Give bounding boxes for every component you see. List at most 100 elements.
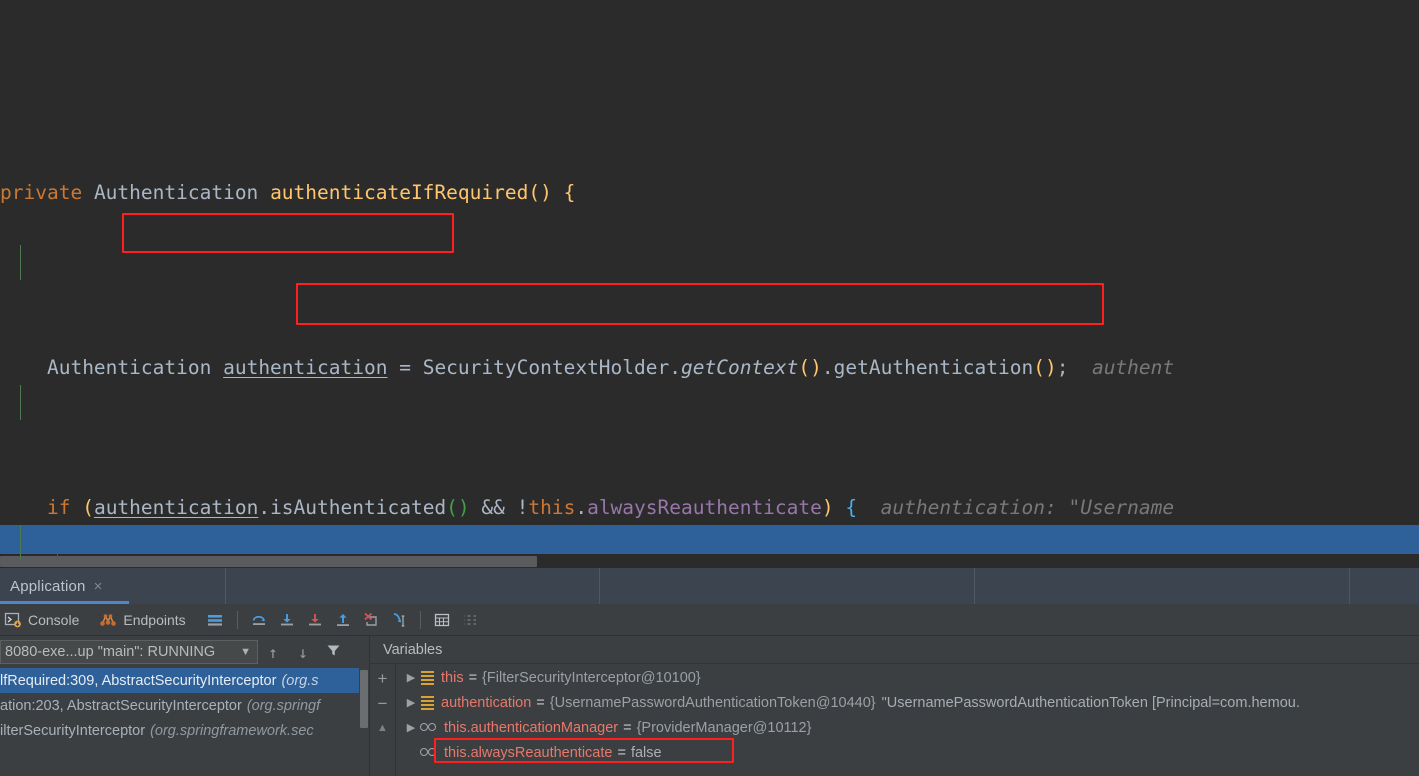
variable-name: this xyxy=(441,669,464,686)
force-step-into-icon xyxy=(306,611,324,629)
variables-gutter: + − ▲ xyxy=(370,664,396,776)
variable-row-authentication-manager[interactable]: ▶ this.authenticationManager = {Provider… xyxy=(396,715,1419,740)
frame-package: (org.springframework.sec xyxy=(150,722,314,739)
add-watch-button[interactable]: + xyxy=(378,666,388,691)
subtab-endpoints[interactable]: Endpoints xyxy=(85,604,191,636)
tool-window-tabstrip: Application × xyxy=(0,568,1419,604)
arrow-up-icon: ↑ xyxy=(268,642,278,662)
variable-row-this[interactable]: ▶ this = {FilterSecurityInterceptor@1010… xyxy=(396,665,1419,690)
code-line[interactable]: Authentication authentication = Security… xyxy=(0,245,1419,379)
variable-equals: = xyxy=(623,719,632,736)
thread-selector[interactable]: 8080-exe...up "main": RUNNING ▼ xyxy=(0,640,258,664)
force-step-into-button[interactable] xyxy=(301,604,329,636)
variable-equals: = xyxy=(468,669,478,686)
expand-arrow-icon[interactable]: ▶ xyxy=(402,696,420,709)
tab-active-underline xyxy=(0,601,129,604)
tabstrip-slot-2 xyxy=(226,568,600,604)
move-up-button[interactable]: ▲ xyxy=(377,716,388,741)
tab-application-label: Application xyxy=(10,577,86,595)
frames-toolbar: 8080-exe...up "main": RUNNING ▼ ↑ ↓ xyxy=(0,636,369,668)
show-execution-point-button[interactable] xyxy=(192,604,230,636)
variable-name: this.alwaysReauthenticate xyxy=(444,744,613,761)
toolbar-separator-2 xyxy=(419,610,421,629)
variables-list[interactable]: ▶ this = {FilterSecurityInterceptor@1010… xyxy=(396,664,1419,776)
arrow-down-icon: ↓ xyxy=(298,642,308,662)
step-over-button[interactable] xyxy=(245,604,273,636)
variables-title: Variables xyxy=(383,641,443,658)
remove-watch-button[interactable]: − xyxy=(378,691,388,716)
code-line[interactable]: private Authentication authenticateIfReq… xyxy=(0,105,1419,204)
endpoints-icon xyxy=(99,611,117,629)
field-icon xyxy=(420,745,439,760)
field-icon xyxy=(420,720,439,735)
run-to-cursor-icon xyxy=(390,611,408,629)
debug-tool-window: Application × Console Endpoints 8080-exe… xyxy=(0,568,1419,776)
variable-equals: = xyxy=(536,694,545,711)
frame-row[interactable]: ation:203, AbstractSecurityInterceptor (… xyxy=(0,693,369,718)
frame-method: lfRequired:309, AbstractSecurityIntercep… xyxy=(0,672,277,689)
step-into-icon xyxy=(278,611,296,629)
subtab-console-label: Console xyxy=(28,611,80,628)
variable-row-always-reauthenticate[interactable]: ▶ this.alwaysReauthenticate = false xyxy=(396,740,1419,765)
toolbar-separator xyxy=(236,610,238,629)
editor-scrollbar-thumb[interactable] xyxy=(0,556,537,567)
expand-arrow-placeholder: ▶ xyxy=(402,746,420,759)
mute-breakpoints-icon xyxy=(461,611,479,629)
object-icon xyxy=(420,670,435,685)
subtab-endpoints-label: Endpoints xyxy=(123,611,186,628)
variable-equals: = xyxy=(617,744,626,761)
frame-method: ation:203, AbstractSecurityInterceptor xyxy=(0,697,242,714)
variable-name: this.authenticationManager xyxy=(444,719,619,736)
code-content[interactable]: private Authentication authenticateIfReq… xyxy=(0,0,1419,568)
expand-arrow-icon[interactable]: ▶ xyxy=(402,671,420,684)
frames-scrollbar[interactable] xyxy=(359,668,369,776)
variable-tostring: "UsernamePasswordAuthenticationToken [Pr… xyxy=(881,694,1300,711)
drop-frame-icon xyxy=(362,611,380,629)
variables-pane: Variables + − ▲ ▶ this = {FilterSecurity… xyxy=(370,636,1419,776)
step-into-button[interactable] xyxy=(273,604,301,636)
editor-horizontal-scrollbar[interactable] xyxy=(0,554,1419,568)
frames-down-button[interactable]: ↓ xyxy=(288,638,318,666)
variable-value: {ProviderManager@10112} xyxy=(636,719,812,736)
mute-breakpoints-button[interactable] xyxy=(456,604,484,636)
frames-up-button[interactable]: ↑ xyxy=(258,638,288,666)
debugger-body: 8080-exe...up "main": RUNNING ▼ ↑ ↓ lfRe… xyxy=(0,636,1419,776)
code-editor[interactable]: private Authentication authenticateIfReq… xyxy=(0,0,1419,568)
debugger-toolbar: Console Endpoints xyxy=(0,604,1419,636)
step-over-icon xyxy=(250,611,268,629)
variable-value: false xyxy=(630,744,662,761)
thread-selector-label: 8080-exe...up "main": RUNNING xyxy=(5,644,216,660)
step-out-icon xyxy=(334,611,352,629)
evaluate-expression-button[interactable] xyxy=(428,604,456,636)
show-execution-point-icon xyxy=(206,611,224,629)
tabstrip-slot-3 xyxy=(600,568,975,604)
frames-scrollbar-thumb[interactable] xyxy=(360,670,368,728)
evaluate-expression-icon xyxy=(433,611,451,629)
frame-row[interactable]: ilterSecurityInterceptor (org.springfram… xyxy=(0,718,369,743)
variable-name: authentication xyxy=(441,694,532,711)
frames-list[interactable]: lfRequired:309, AbstractSecurityIntercep… xyxy=(0,668,369,776)
frame-method: ilterSecurityInterceptor xyxy=(0,722,146,739)
tabstrip-slot-5 xyxy=(1350,568,1419,604)
variables-header: Variables xyxy=(370,636,1419,664)
subtab-console[interactable]: Console xyxy=(0,604,85,636)
variable-row-authentication[interactable]: ▶ authentication = {UsernamePasswordAuth… xyxy=(396,690,1419,715)
run-to-cursor-button[interactable] xyxy=(385,604,413,636)
drop-frame-button[interactable] xyxy=(357,604,385,636)
variables-body: + − ▲ ▶ this = {FilterSecurityIntercepto… xyxy=(370,664,1419,776)
code-line[interactable]: if (authentication.isAuthenticated() && … xyxy=(0,385,1419,519)
filter-icon xyxy=(326,643,341,662)
frames-filter-button[interactable] xyxy=(318,638,348,666)
tab-application[interactable]: Application × xyxy=(0,568,226,604)
expand-arrow-icon[interactable]: ▶ xyxy=(402,721,420,734)
frame-package: (org.springf xyxy=(246,697,321,714)
step-out-button[interactable] xyxy=(329,604,357,636)
tabstrip-slot-4 xyxy=(975,568,1350,604)
frames-pane: 8080-exe...up "main": RUNNING ▼ ↑ ↓ lfRe… xyxy=(0,636,370,776)
console-icon xyxy=(4,611,22,629)
variable-value: {FilterSecurityInterceptor@10100} xyxy=(482,669,701,686)
close-icon[interactable]: × xyxy=(94,579,103,594)
frame-row-selected[interactable]: lfRequired:309, AbstractSecurityIntercep… xyxy=(0,668,369,693)
object-icon xyxy=(420,695,435,710)
chevron-down-icon[interactable]: ▼ xyxy=(240,646,251,658)
